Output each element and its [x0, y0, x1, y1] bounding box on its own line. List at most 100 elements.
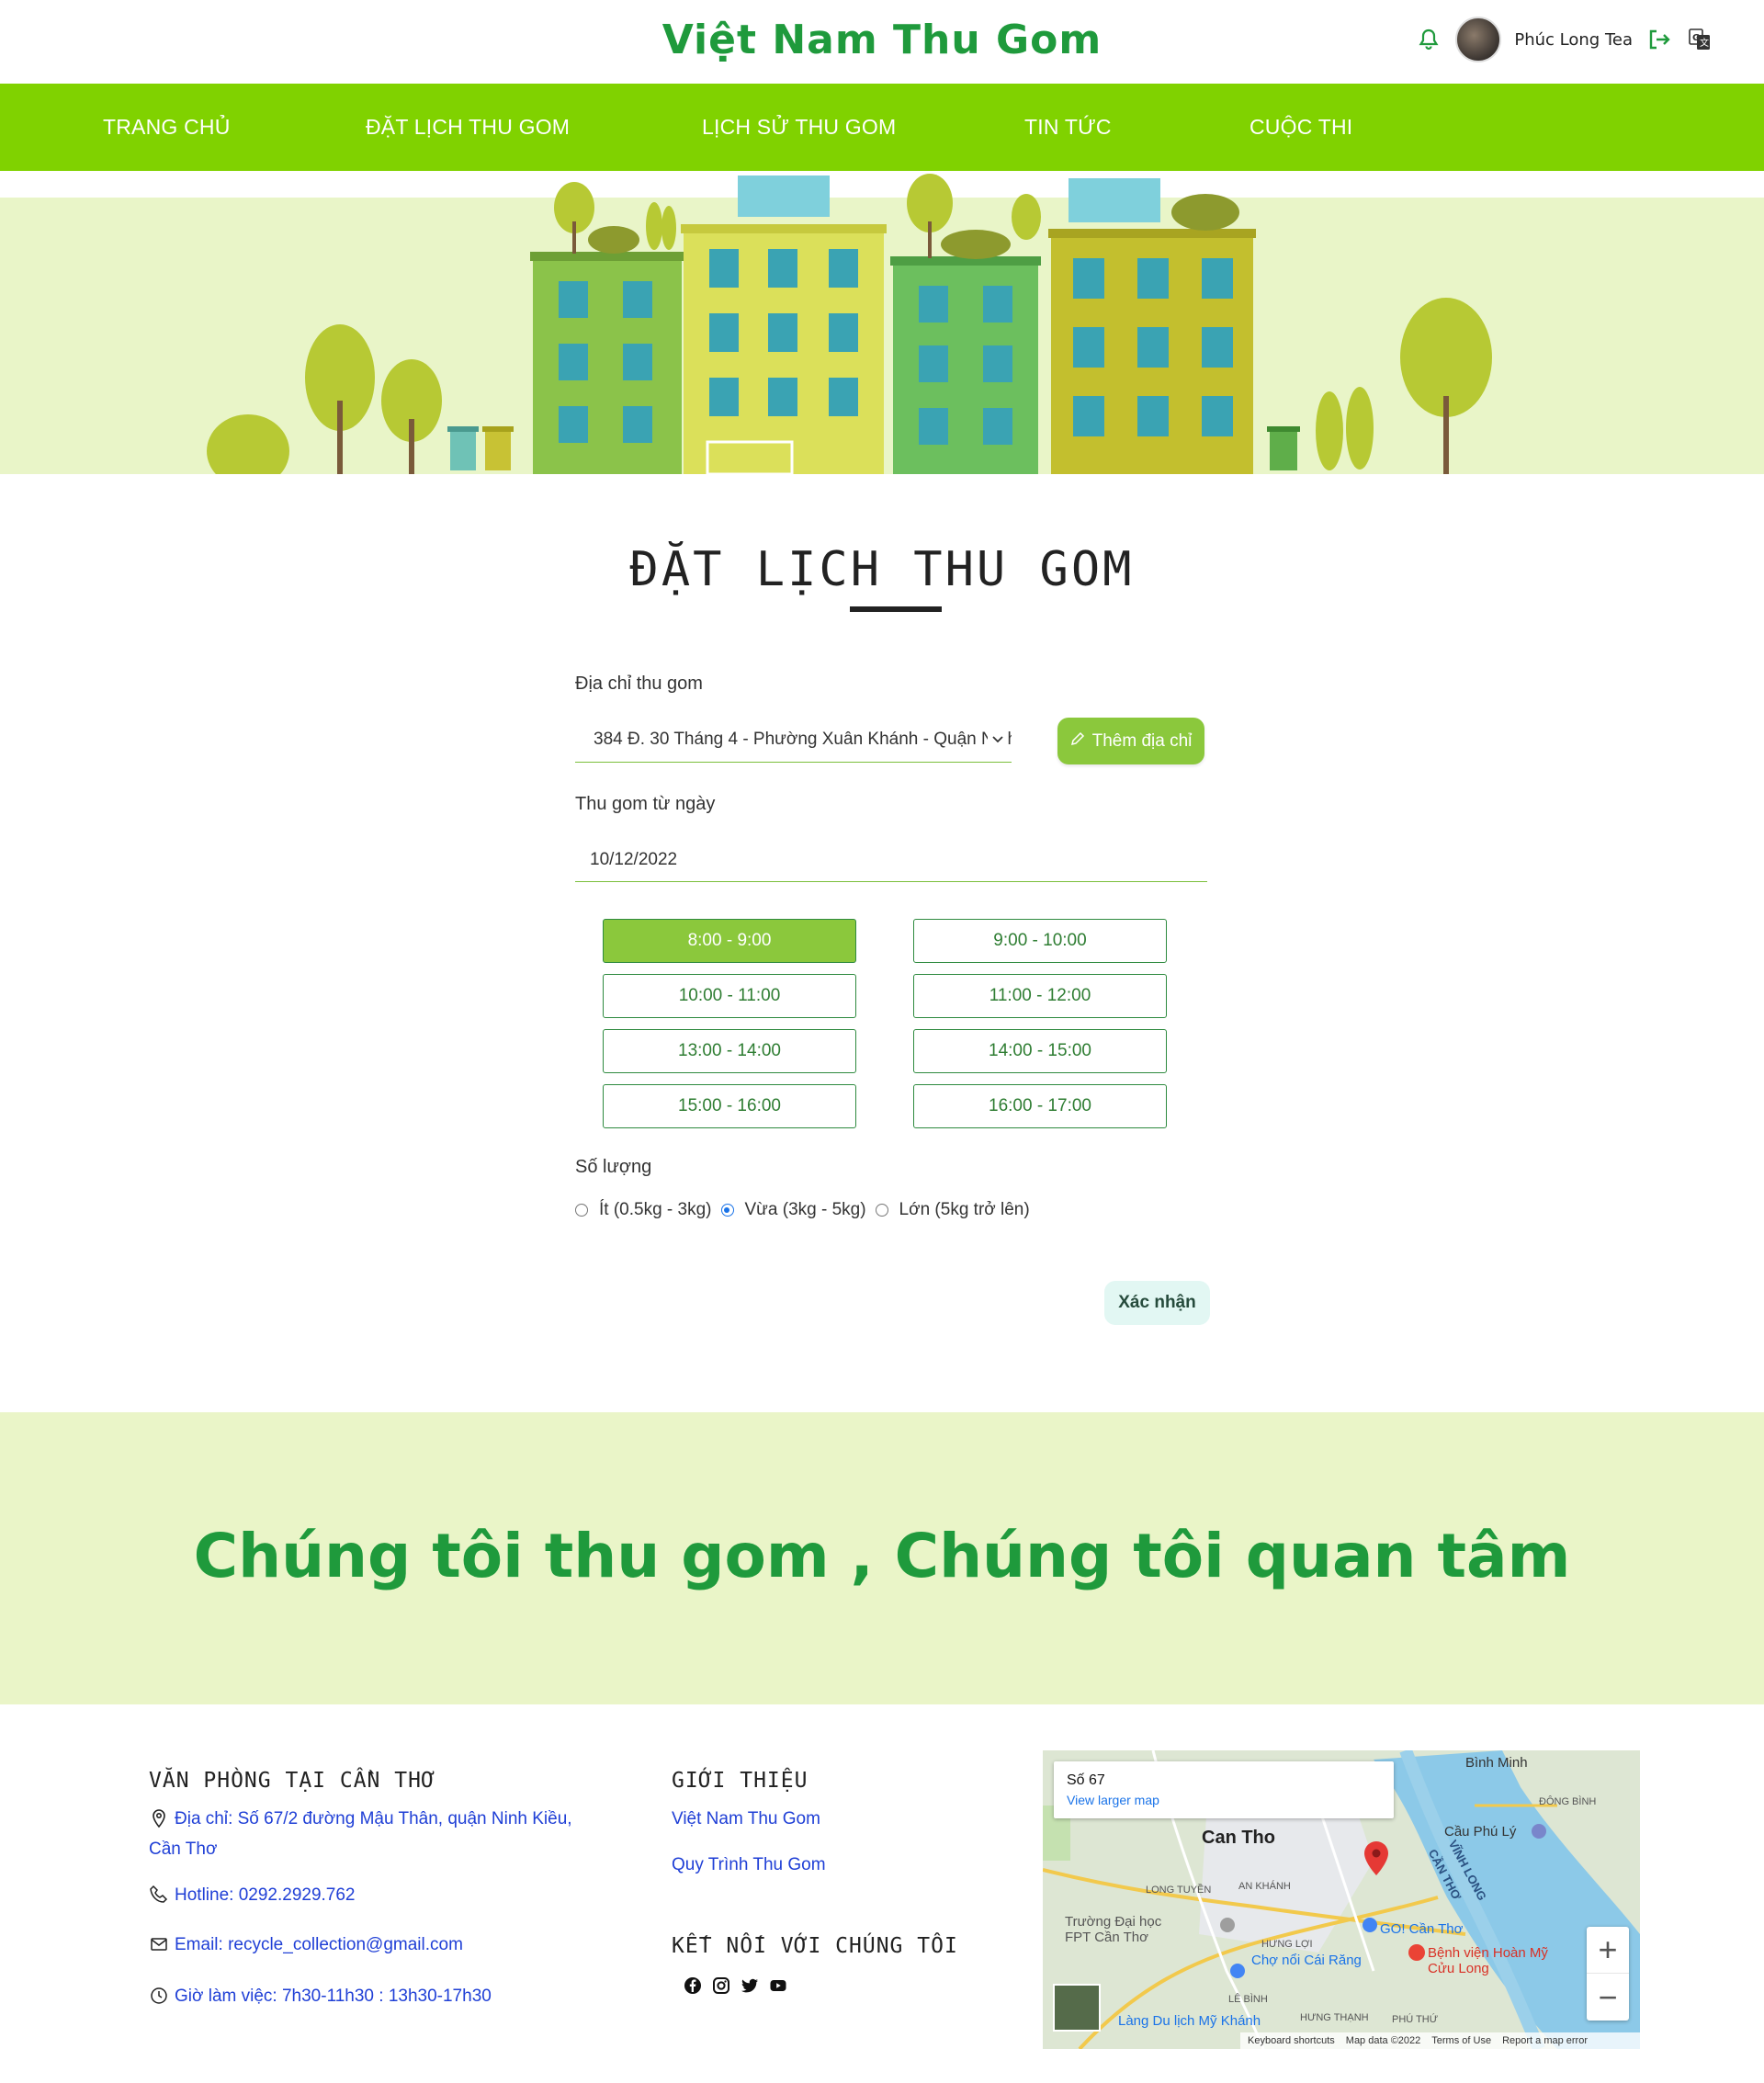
date-label: Thu gom từ ngày [575, 794, 716, 814]
main-nav: TRANG CHỦ ĐẶT LỊCH THU GOM LỊCH SỬ THU G… [0, 84, 1764, 171]
map-footer-item[interactable]: Keyboard shortcuts [1248, 2035, 1335, 2046]
top-header: Việt Nam Thu Gom Phúc Long Tea G文 [0, 0, 1764, 84]
map-footer: Keyboard shortcuts Map data ©2022 Terms … [1240, 2032, 1640, 2049]
map-place-name: Số 67 [1067, 1772, 1105, 1788]
mail-icon [149, 1934, 169, 1954]
time-slot[interactable]: 8:00 - 9:00 [603, 919, 856, 963]
quantity-option-medium[interactable]: Vừa (3kg - 5kg) [720, 1200, 866, 1220]
logout-icon[interactable] [1645, 26, 1673, 53]
time-slot[interactable]: 15:00 - 16:00 [603, 1084, 856, 1128]
zoom-out-button[interactable]: − [1587, 1974, 1629, 2021]
quantity-option-large[interactable]: Lớn (5kg trở lên) [875, 1200, 1030, 1220]
footer-email[interactable]: Email: recycle_collection@gmail.com [149, 1930, 463, 1960]
map-footer-item[interactable]: Terms of Use [1431, 2035, 1491, 2046]
map-label: HƯNG LỢI [1261, 1939, 1313, 1950]
map-label: AN KHÁNH [1238, 1881, 1291, 1892]
map-label: Bình Minh [1465, 1755, 1528, 1771]
nav-item-home[interactable]: TRANG CHỦ [103, 84, 231, 171]
map-city-label: Can Tho [1202, 1828, 1275, 1848]
email-text: Email: recycle_collection@gmail.com [175, 1935, 463, 1954]
pencil-icon [1070, 731, 1085, 752]
hotline-text: Hotline: 0292.2929.762 [175, 1885, 356, 1905]
time-slot[interactable]: 13:00 - 14:00 [603, 1029, 856, 1073]
radio-button[interactable] [875, 1204, 888, 1217]
social-links [683, 1975, 788, 1996]
map-label: Cầu Phú Lý [1444, 1824, 1517, 1840]
nav-item-history[interactable]: LỊCH SỬ THU GOM [702, 84, 896, 171]
location-map[interactable]: Số 67 View larger map Can Tho Bình Minh … [1043, 1750, 1640, 2049]
address-select[interactable]: 384 Đ. 30 Tháng 4 - Phường Xuân Khánh - … [575, 717, 1012, 763]
nav-item-news[interactable]: TIN TỨC [1024, 84, 1112, 171]
instagram-icon[interactable] [711, 1975, 731, 1996]
map-label: LONG TUYỀN [1146, 1885, 1212, 1896]
address-value: 384 Đ. 30 Tháng 4 - Phường Xuân Khánh - … [594, 729, 1012, 749]
connect-title: KẾT NỐI VỚI CHÚNG TÔI [672, 1934, 958, 1958]
map-zoom-control: + − [1587, 1927, 1629, 2021]
add-address-label: Thêm địa chỉ [1091, 730, 1193, 751]
quantity-option-label: Vừa (3kg - 5kg) [744, 1200, 866, 1219]
map-footer-item: Map data ©2022 [1345, 2035, 1421, 2046]
view-larger-map-link[interactable]: View larger map [1067, 1793, 1394, 1807]
nav-item-contest[interactable]: CUỘC THI [1250, 84, 1352, 171]
page-title: ĐẶT LỊCH THU GOM [629, 542, 1135, 597]
map-label: ĐÔNG BÌNH [1539, 1796, 1597, 1807]
address-line-1: Địa chỉ: Số 67/2 đường Mậu Thân, quận Ni… [175, 1809, 572, 1828]
map-label: Bệnh viện Hoàn Mỹ Cửu Long [1428, 1945, 1548, 1976]
radio-button[interactable] [720, 1204, 734, 1217]
zoom-in-button[interactable]: + [1587, 1927, 1629, 1974]
footer-address[interactable]: Địa chỉ: Số 67/2 đường Mậu Thân, quận Ni… [149, 1804, 608, 1864]
slogan: Chúng tôi thu gom , Chúng tôi quan tâm [193, 1521, 1571, 1591]
facebook-icon[interactable] [683, 1975, 703, 1996]
map-label: Chợ nổi Cái Răng [1251, 1953, 1362, 1968]
date-value: 10/12/2022 [590, 849, 678, 869]
bell-icon[interactable] [1415, 26, 1442, 53]
footer-hotline[interactable]: Hotline: 0292.2929.762 [149, 1880, 356, 1910]
youtube-icon[interactable] [768, 1975, 788, 1996]
office-title: VĂN PHÒNG TẠI CẦN THƠ [149, 1769, 435, 1793]
about-link[interactable]: Việt Nam Thu Gom [672, 1804, 820, 1834]
quantity-label: Số lượng [575, 1157, 652, 1177]
map-label: HƯNG THẠNH [1300, 2012, 1369, 2023]
map-footer-item[interactable]: Report a map error [1502, 2035, 1588, 2046]
about-title: GIỚI THIỆU [672, 1769, 808, 1793]
user-area: Phúc Long Tea G文 [1415, 17, 1713, 62]
clock-icon [149, 1986, 169, 2006]
quantity-option-label: Lớn (5kg trở lên) [899, 1200, 1030, 1219]
city-illustration [0, 174, 1764, 474]
time-slot[interactable]: 10:00 - 11:00 [603, 974, 856, 1018]
radio-button[interactable] [575, 1204, 588, 1217]
svg-text:G: G [1692, 33, 1700, 43]
date-input[interactable]: 10/12/2022 [575, 838, 1207, 882]
hours-text: Giờ làm việc: 7h30-11h30 : 13h30-17h30 [175, 1987, 492, 2006]
time-slot[interactable]: 9:00 - 10:00 [913, 919, 1167, 963]
time-slot[interactable]: 11:00 - 12:00 [913, 974, 1167, 1018]
confirm-button[interactable]: Xác nhận [1104, 1281, 1210, 1325]
map-label: LÊ BÌNH [1228, 1994, 1268, 2005]
avatar[interactable] [1455, 17, 1502, 62]
twitter-icon[interactable] [740, 1975, 760, 1996]
hero-banner [0, 171, 1764, 474]
add-address-button[interactable]: Thêm địa chỉ [1057, 718, 1204, 764]
map-label: PHÚ THỨ [1392, 2014, 1439, 2025]
svg-text:文: 文 [1700, 37, 1709, 49]
chevron-down-icon [988, 730, 1008, 750]
user-name[interactable]: Phúc Long Tea [1514, 30, 1633, 50]
location-pin-icon [149, 1808, 169, 1828]
quantity-option-small[interactable]: Ít (0.5kg - 3kg) [575, 1200, 712, 1220]
title-underline [850, 606, 942, 612]
quantity-radio-group: Ít (0.5kg - 3kg) Vừa (3kg - 5kg) Lớn (5k… [575, 1200, 1039, 1220]
map-label: Trường Đại học FPT Cần Thơ [1065, 1914, 1162, 1945]
translate-icon[interactable]: G文 [1686, 26, 1713, 53]
address-label: Địa chỉ thu gom [575, 674, 703, 694]
map-label: GO! Cần Thơ [1380, 1921, 1464, 1937]
about-link[interactable]: Quy Trình Thu Gom [672, 1850, 826, 1880]
phone-icon [149, 1885, 169, 1905]
nav-item-booking[interactable]: ĐẶT LỊCH THU GOM [366, 84, 570, 171]
address-line-2: Cần Thơ [149, 1840, 218, 1859]
footer-hours[interactable]: Giờ làm việc: 7h30-11h30 : 13h30-17h30 [149, 1981, 492, 2011]
time-slot[interactable]: 16:00 - 17:00 [913, 1084, 1167, 1128]
quantity-option-label: Ít (0.5kg - 3kg) [599, 1200, 712, 1219]
map-label: Làng Du lịch Mỹ Khánh [1118, 2013, 1261, 2029]
time-slot[interactable]: 14:00 - 15:00 [913, 1029, 1167, 1073]
map-place-card: Số 67 View larger map [1054, 1761, 1394, 1818]
